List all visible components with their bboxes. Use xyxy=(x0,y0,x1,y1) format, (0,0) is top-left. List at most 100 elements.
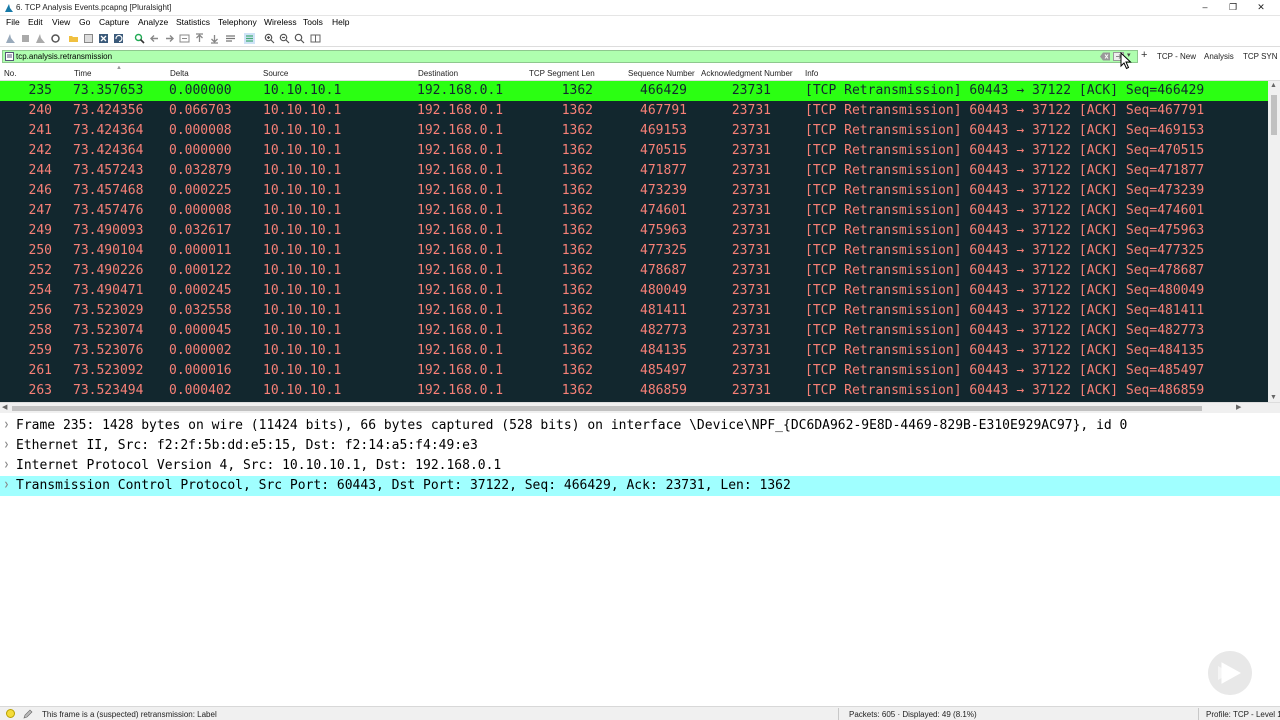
display-filter-input[interactable] xyxy=(16,51,1086,62)
packet-row[interactable]: 249 73.490093 0.032617 10.10.10.1 192.168.0.… xyxy=(0,221,1268,241)
detail-ip[interactable]: ❯ Internet Protocol Version 4, Src: 10.1… xyxy=(0,456,1280,476)
packet-row[interactable]: 256 73.523029 0.032558 10.10.10.1 192.168.0.… xyxy=(0,301,1268,321)
first-packet-icon[interactable] xyxy=(194,33,205,44)
close-icon[interactable]: ✕ xyxy=(1246,0,1276,16)
go-to-packet-icon[interactable] xyxy=(179,33,190,44)
menu-tools[interactable]: Tools xyxy=(303,17,323,27)
packet-row[interactable]: 261 73.523092 0.000016 10.10.10.1 192.168.0.… xyxy=(0,361,1268,381)
cell-destination: 192.168.0.1 xyxy=(417,123,504,138)
cell-seq: 478687 xyxy=(640,263,687,278)
cell-source: 10.10.10.1 xyxy=(263,243,342,258)
cell-destination: 192.168.0.1 xyxy=(417,143,504,158)
column-header-delta[interactable]: Delta xyxy=(170,69,189,78)
expand-arrow-icon[interactable]: ❯ xyxy=(4,480,9,489)
expand-arrow-icon[interactable]: ❯ xyxy=(4,440,9,449)
detail-ethernet[interactable]: ❯ Ethernet II, Src: f2:2f:5b:dd:e5:15, D… xyxy=(0,436,1280,456)
column-header-segment-len[interactable]: TCP Segment Len xyxy=(529,69,595,78)
packet-list-vscrollbar[interactable]: ▲ ▼ xyxy=(1268,81,1280,402)
column-header-destination[interactable]: Destination xyxy=(418,69,458,78)
detail-tcp[interactable]: ❯ Transmission Control Protocol, Src Por… xyxy=(0,476,1280,496)
zoom-out-icon[interactable] xyxy=(279,33,290,44)
packet-list[interactable]: No. ▲ Time Delta Source Destination TCP … xyxy=(0,66,1280,402)
packet-row[interactable]: 240 73.424356 0.066703 10.10.10.1 192.168.0.… xyxy=(0,101,1268,121)
cell-time: 73.523494 xyxy=(73,383,144,398)
column-header-no[interactable]: No. xyxy=(4,69,16,78)
cell-info: [TCP Retransmission] 60443 → 37122 [ACK]… xyxy=(805,323,1205,338)
column-header-ack[interactable]: Acknowledgment Number xyxy=(701,69,793,78)
scroll-left-icon[interactable]: ◀ xyxy=(2,403,7,411)
stop-capture-icon[interactable] xyxy=(20,33,31,44)
go-back-icon[interactable] xyxy=(149,33,160,44)
packet-row[interactable]: 246 73.457468 0.000225 10.10.10.1 192.168.0.… xyxy=(0,181,1268,201)
detail-frame[interactable]: ❯ Frame 235: 1428 bytes on wire (11424 b… xyxy=(0,416,1280,436)
cell-no: 246 xyxy=(28,183,52,198)
cell-source: 10.10.10.1 xyxy=(263,223,342,238)
packet-row[interactable]: 247 73.457476 0.000008 10.10.10.1 192.168.0.… xyxy=(0,201,1268,221)
packet-row[interactable]: 241 73.424364 0.000008 10.10.10.1 192.168.0.… xyxy=(0,121,1268,141)
packet-row[interactable]: 259 73.523076 0.000002 10.10.10.1 192.168.0.… xyxy=(0,341,1268,361)
maximize-icon[interactable]: ❐ xyxy=(1218,0,1248,16)
save-file-icon[interactable] xyxy=(83,33,94,44)
find-packet-icon[interactable] xyxy=(134,33,145,44)
column-header-seq[interactable]: Sequence Number xyxy=(628,69,695,78)
resize-columns-icon[interactable] xyxy=(310,33,321,44)
edit-comment-icon[interactable] xyxy=(23,709,33,719)
zoom-in-icon[interactable] xyxy=(264,33,275,44)
menu-go[interactable]: Go xyxy=(79,17,90,27)
cell-delta: 0.000008 xyxy=(169,123,232,138)
autoscroll-icon[interactable] xyxy=(225,33,236,44)
clear-filter-icon[interactable] xyxy=(1100,52,1110,61)
cell-destination: 192.168.0.1 xyxy=(417,83,504,98)
cell-ack: 23731 xyxy=(731,243,771,258)
menu-help[interactable]: Help xyxy=(332,17,349,27)
open-file-icon[interactable] xyxy=(68,33,79,44)
scroll-down-icon[interactable]: ▼ xyxy=(1270,394,1277,401)
normal-size-icon[interactable] xyxy=(294,33,305,44)
hscroll-thumb[interactable] xyxy=(12,406,1202,411)
close-file-icon[interactable] xyxy=(98,33,109,44)
profile-label[interactable]: Profile: TCP - Level 1 xyxy=(1206,710,1280,719)
go-forward-icon[interactable] xyxy=(164,33,175,44)
menu-view[interactable]: View xyxy=(52,17,70,27)
cell-ack: 23731 xyxy=(731,203,771,218)
scroll-right-icon[interactable]: ▶ xyxy=(1236,403,1241,411)
expert-info-led-icon[interactable] xyxy=(6,709,15,718)
packet-row[interactable]: 242 73.424364 0.000000 10.10.10.1 192.168.0.… xyxy=(0,141,1268,161)
minimize-icon[interactable]: – xyxy=(1190,0,1220,16)
expand-arrow-icon[interactable]: ❯ xyxy=(4,460,9,469)
menu-analyze[interactable]: Analyze xyxy=(138,17,168,27)
menu-wireless[interactable]: Wireless xyxy=(264,17,297,27)
filter-button-analysis[interactable]: Analysis xyxy=(1204,52,1234,61)
colorize-icon[interactable] xyxy=(244,33,255,44)
scroll-up-icon[interactable]: ▲ xyxy=(1270,82,1277,89)
packet-row[interactable]: 263 73.523494 0.000402 10.10.10.1 192.168.0.… xyxy=(0,381,1268,401)
cell-destination: 192.168.0.1 xyxy=(417,163,504,178)
column-header-time[interactable]: Time xyxy=(74,69,91,78)
vscroll-thumb[interactable] xyxy=(1271,95,1277,135)
filter-button-tcp-syn[interactable]: TCP SYN xyxy=(1243,52,1278,61)
cell-info: [TCP Retransmission] 60443 → 37122 [ACK]… xyxy=(805,363,1205,378)
bookmark-icon[interactable] xyxy=(5,52,14,61)
packet-row[interactable]: 250 73.490104 0.000011 10.10.10.1 192.168.0.… xyxy=(0,241,1268,261)
packet-row[interactable]: 254 73.490471 0.000245 10.10.10.1 192.168.0.… xyxy=(0,281,1268,301)
last-packet-icon[interactable] xyxy=(209,33,220,44)
add-filter-button-icon[interactable]: + xyxy=(1141,49,1147,62)
capture-options-icon[interactable] xyxy=(50,33,61,44)
packet-row-selected[interactable]: 235 73.357653 0.000000 10.10.10.1 192.168.0.… xyxy=(0,81,1268,101)
menu-file[interactable]: File xyxy=(6,17,20,27)
menu-statistics[interactable]: Statistics xyxy=(176,17,210,27)
menu-capture[interactable]: Capture xyxy=(99,17,129,27)
reload-file-icon[interactable] xyxy=(113,33,124,44)
expand-arrow-icon[interactable]: ❯ xyxy=(4,420,9,429)
filter-button-tcp-new[interactable]: TCP - New xyxy=(1157,52,1196,61)
menu-edit[interactable]: Edit xyxy=(28,17,43,27)
column-header-source[interactable]: Source xyxy=(263,69,288,78)
column-header-info[interactable]: Info xyxy=(805,69,818,78)
start-capture-icon[interactable] xyxy=(5,33,16,44)
restart-capture-icon[interactable] xyxy=(35,33,46,44)
packet-row[interactable]: 258 73.523074 0.000045 10.10.10.1 192.168.0.… xyxy=(0,321,1268,341)
packet-list-hscrollbar[interactable]: ◀ ▶ xyxy=(0,402,1280,413)
packet-row[interactable]: 244 73.457243 0.032879 10.10.10.1 192.168.0.… xyxy=(0,161,1268,181)
menu-telephony[interactable]: Telephony xyxy=(218,17,257,27)
packet-row[interactable]: 252 73.490226 0.000122 10.10.10.1 192.168.0.… xyxy=(0,261,1268,281)
